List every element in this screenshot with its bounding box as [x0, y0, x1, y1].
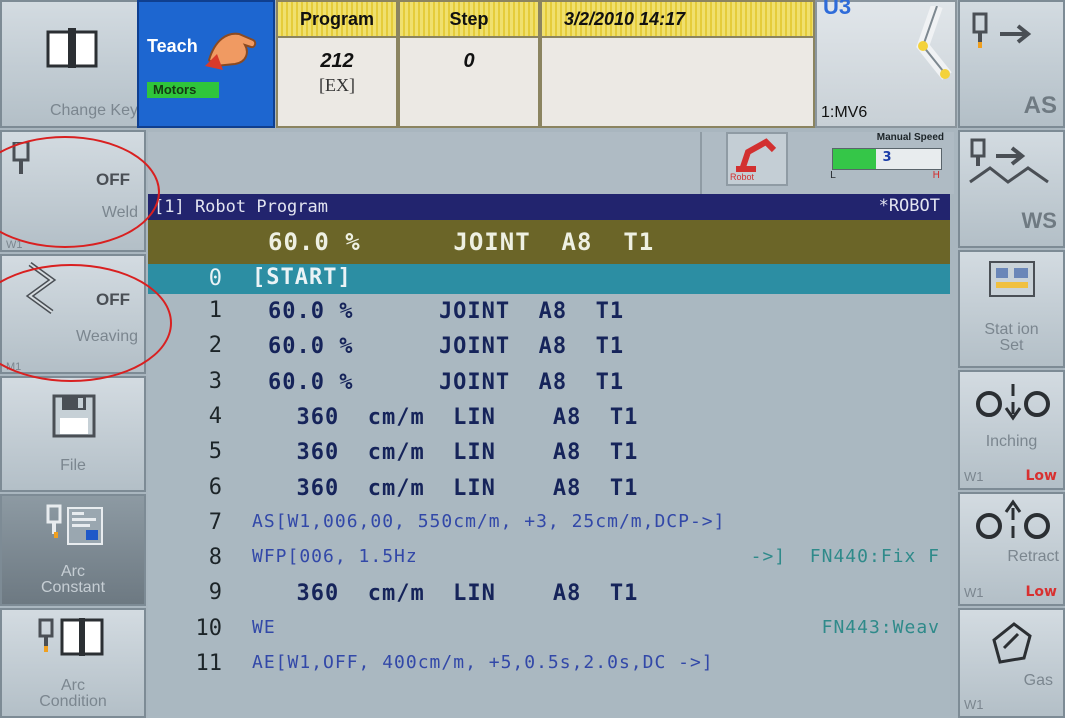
line-number: 4	[208, 403, 222, 429]
inching-label: Inching	[985, 433, 1038, 450]
message-area	[148, 132, 702, 194]
robot-id: U3	[823, 0, 852, 19]
robot-select-icon	[736, 138, 777, 172]
file-label: File	[60, 457, 86, 474]
torch-book-icon	[38, 618, 104, 656]
as-label: AS	[1023, 92, 1057, 119]
line-comment: FN443:Weav	[821, 616, 940, 638]
highlight-ring-weaving	[0, 264, 172, 382]
weave-arrow-icon	[969, 138, 1049, 184]
speed-max-label: H	[932, 170, 940, 181]
line-number: 6	[208, 474, 222, 500]
robot-status-panel: U3 1:MV6	[815, 0, 957, 128]
speed-min-label: L	[830, 170, 836, 181]
selected-line-editor[interactable]: 60.0 % JOINT A8 T1	[148, 220, 950, 264]
program-line-0[interactable]: 0 [START]	[148, 264, 950, 294]
status-row: Robot Manual Speed 3 L H	[148, 132, 954, 194]
robot-arm-icon	[916, 6, 952, 80]
inching-level: Low	[1025, 468, 1057, 484]
line-text[interactable]: WE	[252, 617, 276, 638]
teach-pendant-screen: Change Key OFF Weld W1 OFF Weaving M1 Fi…	[0, 0, 1065, 718]
arc-condition-label: Arc Condition	[39, 677, 107, 710]
line-text[interactable]: 360 cm/m LIN A8 T1	[268, 405, 638, 430]
datetime-cell: 3/2/2010 14:17	[540, 0, 815, 128]
step-header: Step	[400, 2, 538, 38]
inching-sub: W1	[964, 469, 984, 484]
robot-model: 1:MV6	[821, 104, 868, 121]
robot-tag: *ROBOT	[878, 196, 940, 216]
change-key-label: Change Key	[49, 102, 138, 119]
line-number: 7	[208, 509, 222, 535]
gas-button[interactable]: Gas W1	[958, 608, 1065, 718]
line-text[interactable]: 360 cm/m LIN A8 T1	[268, 440, 638, 465]
line-text[interactable]: AE[W1,OFF, 400cm/m, +5,0.5s,2.0s,DC ->]	[252, 652, 714, 673]
line-text[interactable]: 60.0 % JOINT A8 T1	[268, 299, 624, 324]
teach-mode-label: Teach	[147, 36, 198, 56]
torch-display-icon	[46, 504, 103, 545]
step-cell[interactable]: Step 0	[398, 0, 540, 128]
line-text[interactable]: AS[W1,006,00, 550cm/m, +3, 25cm/m,DCP->]	[252, 511, 725, 532]
gas-label: Gas	[1023, 672, 1053, 689]
manual-speed-panel: Manual Speed 3 L H	[828, 132, 944, 186]
hand-icon	[205, 32, 257, 70]
inching-button[interactable]: Inching W1 Low	[958, 370, 1065, 490]
torch-arrow-icon	[972, 12, 1032, 48]
start-text: [START]	[252, 265, 352, 290]
line-number: 5	[208, 439, 222, 465]
station-icon	[989, 261, 1035, 297]
program-title: [1] Robot Program	[154, 197, 328, 217]
retract-icon	[976, 499, 1050, 539]
gas-icon	[992, 622, 1032, 664]
manual-speed-label: Manual Speed	[876, 132, 944, 143]
floppy-icon	[52, 394, 96, 438]
teach-mode-panel: Teach Motors	[137, 0, 275, 128]
line-number: 3	[208, 368, 222, 394]
inching-icon	[976, 384, 1050, 421]
retract-button[interactable]: Retract W1 Low	[958, 492, 1065, 606]
program-header: Program	[278, 2, 396, 38]
station-set-button[interactable]: Stat ion Set	[958, 250, 1065, 368]
ws-label: WS	[1021, 208, 1057, 233]
change-key-button[interactable]: Change Key	[0, 0, 146, 128]
line-number: 0	[208, 266, 222, 291]
program-titlebar: [1] Robot Program *ROBOT	[148, 194, 950, 220]
ws-button[interactable]: WS	[958, 130, 1065, 248]
line-text[interactable]: 60.0 % JOINT A8 T1	[268, 370, 624, 395]
line-number: 8	[208, 545, 222, 571]
line-text[interactable]: 60.0 % JOINT A8 T1	[268, 334, 624, 359]
robot-select-label: Robot	[730, 172, 755, 182]
line-number: 11	[195, 651, 223, 676]
gas-sub: W1	[964, 697, 984, 712]
robot-select-button[interactable]: Robot	[726, 132, 788, 186]
arc-constant-button[interactable]: Arc Constant	[0, 494, 146, 606]
selected-line-text: 60.0 % JOINT A8 T1	[268, 228, 655, 256]
line-text[interactable]: 360 cm/m LIN A8 T1	[268, 476, 638, 501]
arc-condition-button[interactable]: Arc Condition	[0, 608, 146, 718]
program-cell[interactable]: Program 212 [EX]	[276, 0, 398, 128]
as-button[interactable]: AS	[958, 0, 1065, 128]
datetime-display: 3/2/2010 14:17	[542, 2, 813, 38]
arc-constant-label: Arc Constant	[40, 563, 106, 596]
program-lines: 1 60.0 % JOINT A8 T1 2 60.0 % JOINT A8 T1 3 6…	[148, 294, 950, 718]
line-comment: ->] FN440:Fix F	[750, 546, 940, 568]
line-number: 9	[208, 580, 222, 606]
line-number: 10	[195, 615, 223, 641]
retract-sub: W1	[964, 585, 984, 600]
program-sub: [EX]	[319, 75, 355, 95]
program-number: 212	[320, 50, 354, 72]
line-text[interactable]: WFP[006, 1.5Hz	[252, 546, 418, 567]
file-button[interactable]: File	[0, 376, 146, 492]
manual-speed-bar: 3	[832, 148, 942, 170]
station-set-label: Stat ion Set	[984, 321, 1039, 354]
retract-level: Low	[1025, 584, 1057, 600]
line-text[interactable]: 360 cm/m LIN A8 T1	[268, 581, 638, 606]
retract-label: Retract	[1007, 548, 1059, 565]
motors-status: Motors	[147, 82, 219, 98]
book-icon	[46, 28, 98, 68]
manual-speed-value: 3	[882, 150, 892, 165]
step-number: 0	[463, 50, 475, 72]
